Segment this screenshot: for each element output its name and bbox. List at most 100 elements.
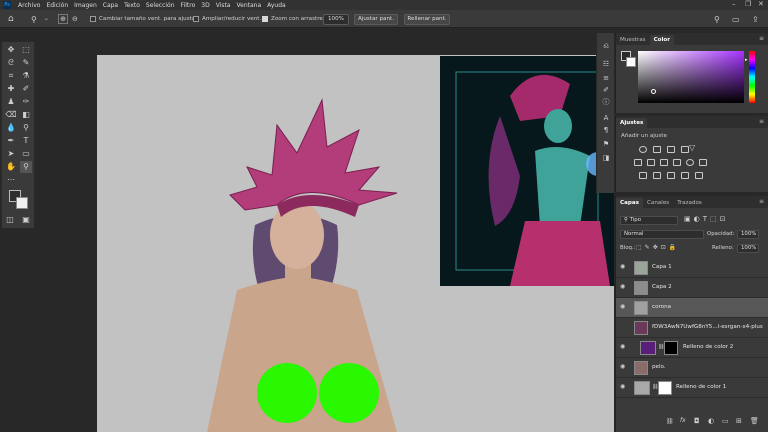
zoom-in-icon[interactable]: ⊕ (58, 14, 68, 24)
eye-icon[interactable]: ◉ (620, 304, 628, 310)
properties-icon[interactable]: ☷ (600, 59, 612, 69)
dodge-tool-icon[interactable]: ⚲ (20, 122, 32, 134)
panel-menu-icon[interactable]: ≡ (759, 198, 764, 205)
checkbox-box[interactable] (193, 16, 199, 22)
menu-seleccion[interactable]: Selección (143, 2, 178, 9)
layer-row[interactable]: ◉ Capa 1 (616, 258, 768, 278)
color-picker-handle[interactable] (651, 89, 656, 94)
eyedropper-tool-icon[interactable]: ⚗ (20, 70, 32, 82)
menu-ventana[interactable]: Ventana (233, 2, 264, 9)
tab-muestras[interactable]: Muestras (616, 35, 650, 45)
layer-row[interactable]: ◉ fDW3AwN7UwfG8nY5...l-esrgan-x4-plus (616, 318, 768, 338)
libraries-icon[interactable]: ◨ (600, 153, 612, 163)
panel-menu-icon[interactable]: ≡ (759, 118, 764, 125)
fill-screen-button[interactable]: Rellenar pant. (404, 14, 450, 25)
layer-row[interactable]: ◉ Capa 2 (616, 278, 768, 298)
marquee-tool-icon[interactable]: ⬚ (20, 44, 32, 56)
minimize-icon[interactable]: – (732, 0, 736, 8)
layer-row[interactable]: ◉ ⛓ Relleno de color 2 (616, 338, 768, 358)
menu-3d[interactable]: 3D (198, 2, 212, 9)
blur-tool-icon[interactable]: 💧 (5, 122, 17, 134)
search-icon[interactable]: ⚲ (714, 14, 720, 24)
photo-filter-icon[interactable] (673, 159, 681, 166)
quick-mask-icon[interactable]: ◫ (4, 214, 16, 226)
resize-windows-checkbox[interactable]: Cambiar tamaño vent. para ajustar (90, 14, 198, 24)
info-icon[interactable]: ⓘ (600, 97, 612, 107)
channel-mixer-icon[interactable] (686, 159, 694, 166)
path-select-tool-icon[interactable]: ➤ (5, 148, 17, 160)
eraser-tool-icon[interactable]: ⌫ (5, 109, 17, 121)
new-adjustment-icon[interactable]: ◐ (708, 417, 714, 425)
color-balance-icon[interactable] (647, 159, 655, 166)
layer-filter-dropdown[interactable]: ⚲ Tipo (620, 216, 678, 225)
menu-archivo[interactable]: Archivo (15, 2, 43, 9)
layer-row[interactable]: ◉ pelo. (616, 358, 768, 378)
character-icon[interactable]: A (600, 113, 612, 123)
fill-input[interactable]: 100% (737, 244, 759, 253)
tab-capas[interactable]: Capas (616, 198, 643, 208)
pen-tool-icon[interactable]: ✒ (5, 135, 17, 147)
menu-imagen[interactable]: Imagen (71, 2, 100, 9)
tab-canales[interactable]: Canales (643, 198, 673, 208)
history-icon[interactable]: ⎌ (600, 41, 612, 51)
zoom-out-icon[interactable]: ⊖ (72, 14, 78, 24)
tab-ajustes[interactable]: Ajustes (616, 118, 648, 128)
add-mask-icon[interactable]: ◘ (694, 417, 700, 425)
more-tools-icon[interactable]: ⋯ (5, 174, 17, 186)
menu-texto[interactable]: Texto (121, 2, 143, 9)
share-icon[interactable]: ⇪ (752, 14, 759, 24)
curves-icon[interactable] (667, 146, 675, 153)
lasso-tool-icon[interactable]: ᘓ (5, 57, 17, 69)
home-icon[interactable]: ⌂ (8, 14, 14, 24)
eye-icon[interactable]: ◉ (620, 284, 628, 290)
vibrance-icon[interactable]: ▽ (689, 143, 695, 152)
fit-screen-button[interactable]: Ajustar pant. (354, 14, 398, 25)
checkbox-box-checked[interactable] (262, 16, 268, 22)
brush-settings-icon[interactable]: ✐ (600, 85, 612, 95)
close-icon[interactable]: ✕ (758, 0, 764, 8)
lock-icons[interactable]: ⬚✎✥⊡🔒 (636, 244, 679, 251)
clone-stamp-tool-icon[interactable]: ♟ (5, 96, 17, 108)
quick-select-tool-icon[interactable]: ✎ (20, 57, 32, 69)
hue-saturation-icon[interactable] (634, 159, 642, 166)
tab-trazados[interactable]: Trazados (673, 198, 706, 208)
eye-icon[interactable]: ◉ (620, 384, 628, 390)
layer-row[interactable]: ◉ ⛓ Relleno de color 1 (616, 378, 768, 398)
selective-color-icon[interactable] (681, 172, 689, 179)
menu-filtro[interactable]: Filtro (178, 2, 199, 9)
menu-ayuda[interactable]: Ayuda (264, 2, 289, 9)
adjust-icon[interactable]: ≡ (600, 73, 612, 83)
gradient-tool-icon[interactable]: ◧ (20, 109, 32, 121)
hand-tool-icon[interactable]: ✋ (5, 161, 17, 173)
trash-icon[interactable]: 🗑 (750, 417, 759, 425)
glyphs-icon[interactable]: ⚑ (600, 139, 612, 149)
link-layers-icon[interactable]: ⛓ (666, 418, 674, 425)
menu-vista[interactable]: Vista (213, 2, 234, 9)
type-tool-icon[interactable]: T (20, 135, 32, 147)
rectangle-tool-icon[interactable]: ▭ (20, 148, 32, 160)
restore-icon[interactable]: ❐ (745, 0, 751, 8)
tab-color[interactable]: Color (649, 35, 675, 45)
layer-row-selected[interactable]: ◉ corona (616, 298, 768, 318)
chevron-down-icon[interactable]: ⌄ (44, 14, 49, 24)
eye-icon[interactable]: ◉ (620, 264, 628, 270)
screen-mode-icon[interactable]: ▣ (20, 214, 32, 226)
panel-menu-icon[interactable]: ≡ (759, 35, 764, 42)
background-color-swatch[interactable] (16, 197, 28, 209)
exposure-icon[interactable] (681, 146, 689, 153)
hue-slider-handle[interactable]: ▸ (745, 57, 748, 63)
fx-icon[interactable]: fx (680, 417, 686, 424)
menu-capa[interactable]: Capa (100, 2, 121, 9)
color-lookup-icon[interactable] (699, 159, 707, 166)
checkbox-box[interactable] (90, 16, 96, 22)
filter-type-icons[interactable]: ▣◐T⬚⊡ (684, 215, 728, 223)
zoom-value-field[interactable]: 100% (323, 14, 349, 25)
crop-tool-icon[interactable]: ⌗ (5, 70, 17, 82)
black-white-icon[interactable] (660, 159, 668, 166)
invert-icon[interactable] (639, 172, 647, 179)
blend-mode-dropdown[interactable]: Normal (620, 230, 704, 239)
eye-icon[interactable]: ◉ (620, 364, 628, 370)
new-group-icon[interactable]: ▭ (722, 417, 729, 425)
menu-edicion[interactable]: Edición (43, 2, 71, 9)
hue-slider[interactable] (749, 51, 755, 103)
